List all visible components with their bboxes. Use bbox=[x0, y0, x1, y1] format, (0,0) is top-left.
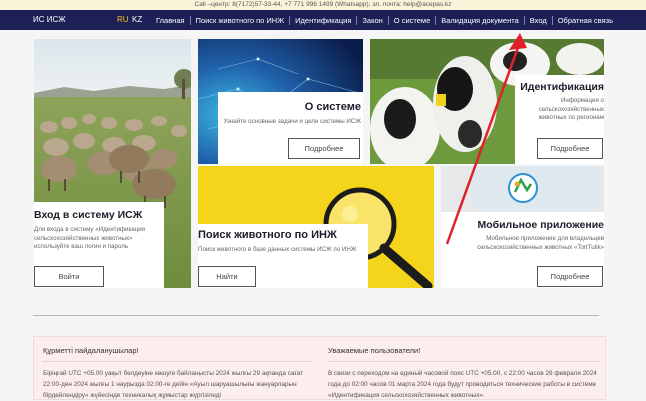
notice-ru-title: Уважаемые пользователи! bbox=[328, 346, 421, 355]
notice-kz-text: Біріңғай UTC +05.00 уақыт белдеуіне көшу… bbox=[43, 370, 304, 399]
notice-ru-divider bbox=[327, 361, 599, 362]
notice-ru-text: В связи с переходом на единый часовой по… bbox=[328, 370, 597, 399]
maintenance-notice: Құрметті пайдаланушылар! Біріңғай UTC +0… bbox=[33, 336, 606, 400]
section-divider bbox=[33, 315, 599, 316]
notice-kz-title: Құрметті пайдаланушылар! bbox=[43, 346, 139, 355]
notice-kz-divider bbox=[42, 361, 312, 362]
